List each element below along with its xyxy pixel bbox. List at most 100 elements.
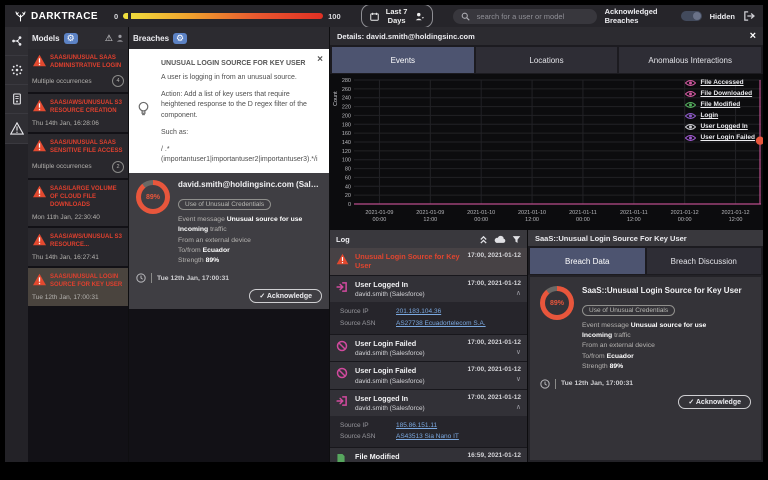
time-range-button[interactable]: Last 7 Days [360, 5, 433, 28]
log-detail-link[interactable]: AS43513 Sia Nano IT [396, 431, 459, 442]
model-title: SAAS/UNUSUAL SAAS ADMINISTRATIVE LOGIN [50, 55, 122, 70]
tip-action: Action: Add a list of key users that req… [161, 91, 307, 119]
slider-track[interactable] [123, 12, 324, 20]
slider-handle[interactable] [128, 12, 132, 20]
log-entry[interactable]: File Modified 16:59, 2021-01-12 [330, 448, 527, 462]
network-view-icon[interactable] [5, 27, 28, 56]
models-list: SAAS/UNUSUAL SAAS ADMINISTRATIVE LOGIN Mu… [28, 49, 128, 462]
legend-label: User Logged In [700, 123, 748, 130]
legend-label: Login [700, 112, 719, 119]
login-icon [336, 280, 350, 298]
alerts-icon[interactable] [5, 114, 28, 144]
log-entry-title: User Login Failed [355, 338, 417, 348]
svg-text:220: 220 [342, 105, 351, 111]
chevron-up-icon[interactable]: ∧ [468, 289, 521, 297]
log-entry[interactable]: User Login Failed david.smith (Salesforce… [330, 362, 527, 389]
log-detail-label: Source IP [340, 308, 369, 316]
tab-breach-discussion[interactable]: Breach Discussion [646, 248, 761, 274]
model-breach-item[interactable]: SAAS/UNUSUAL SAAS SENSITIVE FILE ACCESS M… [28, 134, 128, 178]
threat-visualizer-icon[interactable] [5, 56, 28, 85]
log-entry-time: 17:00, 2021-01-12 [467, 366, 522, 374]
chevron-up-icon[interactable]: ∧ [468, 403, 521, 411]
log-detail-link[interactable]: AS27738 Ecuadortelecom S.A. [396, 318, 486, 329]
legend-item-file-modified[interactable]: File Modified [685, 99, 755, 110]
logout-icon[interactable] [743, 11, 755, 21]
log-detail-label: Source ASN [340, 433, 376, 441]
model-breach-item[interactable]: SAAS/UNUSUAL LOGIN SOURCE FOR KEY USER Tu… [28, 268, 128, 307]
svg-text:2021-01-11: 2021-01-11 [620, 210, 648, 216]
chevron-down-icon[interactable]: ∨ [468, 375, 521, 383]
acknowledge-button[interactable]: ✓ Acknowledge [678, 394, 751, 409]
log-detail-link[interactable]: 185.86.151.11 [396, 420, 437, 431]
breaches-panel-header: Breaches ⚙ [129, 27, 329, 49]
legend-item-file-accessed[interactable]: File Accessed [685, 77, 755, 88]
svg-text:2021-01-11: 2021-01-11 [569, 210, 597, 216]
model-breach-item[interactable]: SAAS/LARGE VOLUME OF CLOUD FILE DOWNLOAD… [28, 179, 128, 226]
tab-breach-data[interactable]: Breach Data [530, 248, 645, 274]
eye-icon [685, 112, 697, 120]
svg-text:00:00: 00:00 [373, 217, 387, 223]
tip-title: UNUSUAL LOGIN SOURCE FOR KEY USER [161, 60, 306, 67]
svg-text:12:00: 12:00 [423, 217, 437, 223]
details-column: Details: david.smith@holdingsinc.com × E… [330, 27, 763, 462]
log-list: Unusual Login Source for Key User 17:00, … [330, 248, 527, 462]
svg-text:100: 100 [342, 158, 351, 164]
log-entry-title: User Logged In [355, 279, 409, 289]
occurrence-count-badge: 2 [112, 160, 124, 173]
breaches-settings-gear-icon[interactable]: ⚙ [173, 32, 188, 44]
details-close-icon[interactable]: × [750, 30, 756, 42]
model-breach-item[interactable]: SAAS/AWS/UNUSUAL S3 RESOURCE... Thu 14th … [28, 227, 128, 267]
acknowledge-button[interactable]: ✓ Acknowledge [249, 289, 322, 304]
collapse-all-icon[interactable] [479, 235, 488, 244]
log-entry[interactable]: Unusual Login Source for Key User 17:00, … [330, 248, 527, 275]
slider-max-label: 100 [328, 11, 341, 21]
svg-text:60: 60 [345, 175, 351, 181]
log-entry-title: Unusual Login Source for Key User [355, 252, 460, 271]
legend-item-user-login-failed[interactable]: User Login Failed [685, 132, 755, 143]
models-panel-title: Models [32, 33, 60, 43]
svg-text:280: 280 [342, 78, 351, 84]
breaches-empty-area [129, 309, 329, 462]
breach-category-pill: Use of Unusual Credentials [178, 199, 272, 211]
log-entry[interactable]: User Logged In david.smith (Salesforce) 17… [330, 275, 527, 334]
tab-anomalous-interactions[interactable]: Anomalous Interactions [619, 47, 762, 73]
models-warning-icon[interactable]: ⚠ [105, 33, 113, 44]
breach-detail-title: SaaS::Unusual Login Source For Key User [535, 233, 687, 243]
log-entry-time: 16:59, 2021-01-12 [467, 452, 522, 460]
svg-text:Count: Count [333, 91, 339, 106]
breach-timestamp: Tue 12th Jan, 17:00:31 [157, 274, 230, 282]
legend-item-file-downloaded[interactable]: File Downloaded [685, 88, 755, 99]
log-entry[interactable]: User Login Failed david.smith (Salesforce… [330, 334, 527, 362]
legend-label: File Downloaded [700, 90, 753, 97]
legend-item-login[interactable]: Login [685, 110, 755, 121]
cloud-icon[interactable] [494, 235, 506, 244]
search-input[interactable] [474, 10, 589, 22]
alert-triangle-icon [32, 273, 47, 286]
tab-locations[interactable]: Locations [475, 47, 618, 73]
brand-name: DARKTRACE [31, 10, 98, 22]
model-breach-item[interactable]: SAAS/UNUSUAL SAAS ADMINISTRATIVE LOGIN Mu… [28, 49, 128, 93]
breach-card[interactable]: 89% david.smith@holdingsinc.com (Salesfor… [129, 173, 329, 310]
breach-category-pill: Use of Unusual Credentials [582, 305, 676, 316]
svg-text:120: 120 [342, 149, 351, 155]
acknowledged-breaches-toggle[interactable] [681, 11, 702, 21]
models-person-icon[interactable] [116, 34, 124, 42]
log-entry-title: User Login Failed [355, 366, 417, 376]
legend-item-user-logged-in[interactable]: User Logged In [685, 121, 755, 132]
acknowledged-breaches-label: Acknowledged Breaches [604, 7, 658, 25]
log-detail-link[interactable]: 201.183.104.36 [396, 306, 441, 317]
models-settings-gear-icon[interactable]: ⚙ [63, 32, 78, 44]
log-entry[interactable]: User Logged In david.smith (Salesforce) 17… [330, 389, 527, 448]
tip-close-icon[interactable]: × [317, 53, 323, 68]
left-icon-rail [5, 27, 28, 462]
chevron-down-icon[interactable]: ∨ [468, 348, 521, 356]
tab-events[interactable]: Events [332, 47, 474, 73]
breach-detail-tabs: Breach Data Breach Discussion [528, 246, 763, 275]
model-breach-item[interactable]: SAAS/AWS/UNUSUAL S3 RESOURCE CREATION Thu… [28, 94, 128, 133]
device-list-icon[interactable] [5, 85, 28, 114]
topbar: DARKTRACE 0 100 Last 7 Days Acknowledged… [5, 5, 763, 28]
breach-detail-line: Event message Unusual source for use [582, 322, 707, 329]
filter-icon[interactable] [512, 235, 521, 244]
svg-text:00:00: 00:00 [678, 217, 692, 223]
threat-score-slider[interactable]: 0 100 [114, 12, 341, 21]
